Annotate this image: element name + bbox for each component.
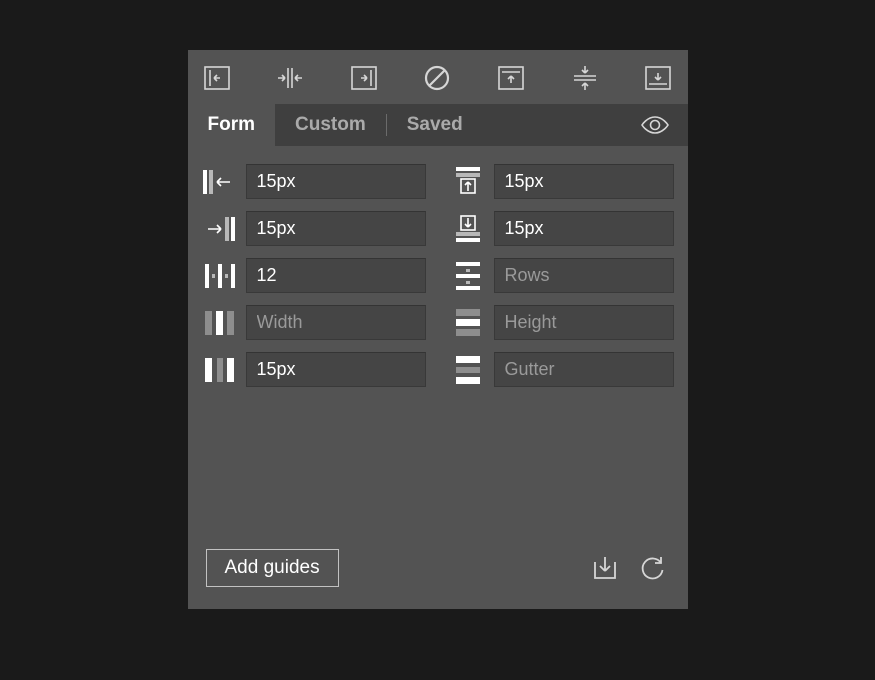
col-width-icon [202, 307, 238, 339]
bottom-margin-icon [450, 213, 486, 245]
eye-icon [640, 115, 670, 135]
align-right-button[interactable] [343, 62, 385, 94]
field-right-margin [202, 211, 426, 246]
col-gutter-icon [202, 354, 238, 386]
row-gutter-icon [450, 354, 486, 386]
tab-form[interactable]: Form [188, 104, 276, 146]
align-center-vertical-button[interactable] [564, 62, 606, 94]
bottom-margin-input[interactable] [494, 211, 674, 246]
left-margin-icon [202, 166, 238, 198]
rows-icon [450, 260, 486, 292]
field-col-width [202, 305, 426, 340]
save-preset-button[interactable] [588, 551, 622, 585]
top-margin-input[interactable] [494, 164, 674, 199]
field-row-gutter [450, 352, 674, 387]
row-height-input[interactable] [494, 305, 674, 340]
align-bottom-icon [645, 66, 671, 90]
right-margin-icon [202, 213, 238, 245]
row-height-icon [450, 307, 486, 339]
align-toolbar [188, 50, 688, 104]
field-col-gutter [202, 352, 426, 387]
guides-panel: Form Custom Saved [188, 50, 688, 609]
field-columns [202, 258, 426, 293]
field-row-height [450, 305, 674, 340]
refresh-icon [640, 555, 666, 581]
field-top-margin [450, 164, 674, 199]
field-rows [450, 258, 674, 293]
align-center-h-icon [275, 66, 305, 90]
col-width-input[interactable] [246, 305, 426, 340]
no-icon [423, 64, 451, 92]
save-icon [592, 555, 618, 581]
row-gutter-input[interactable] [494, 352, 674, 387]
visibility-toggle[interactable] [622, 107, 688, 143]
columns-icon [202, 260, 238, 292]
form-grid [188, 146, 688, 397]
add-guides-button[interactable]: Add guides [206, 549, 339, 587]
tab-saved[interactable]: Saved [387, 104, 483, 146]
columns-input[interactable] [246, 258, 426, 293]
spacer [188, 397, 688, 537]
right-margin-input[interactable] [246, 211, 426, 246]
align-center-horizontal-button[interactable] [269, 62, 311, 94]
align-right-icon [351, 66, 377, 90]
align-top-button[interactable] [490, 62, 532, 94]
align-top-icon [498, 66, 524, 90]
align-left-icon [204, 66, 230, 90]
field-left-margin [202, 164, 426, 199]
clear-guides-button[interactable] [416, 62, 458, 94]
align-bottom-button[interactable] [637, 62, 679, 94]
tab-bar: Form Custom Saved [188, 104, 688, 146]
top-margin-icon [450, 166, 486, 198]
left-margin-input[interactable] [246, 164, 426, 199]
rows-input[interactable] [494, 258, 674, 293]
col-gutter-input[interactable] [246, 352, 426, 387]
field-bottom-margin [450, 211, 674, 246]
align-left-button[interactable] [196, 62, 238, 94]
tab-custom[interactable]: Custom [275, 104, 386, 146]
align-center-v-icon [572, 64, 598, 92]
panel-footer: Add guides [188, 537, 688, 609]
reset-button[interactable] [636, 551, 670, 585]
